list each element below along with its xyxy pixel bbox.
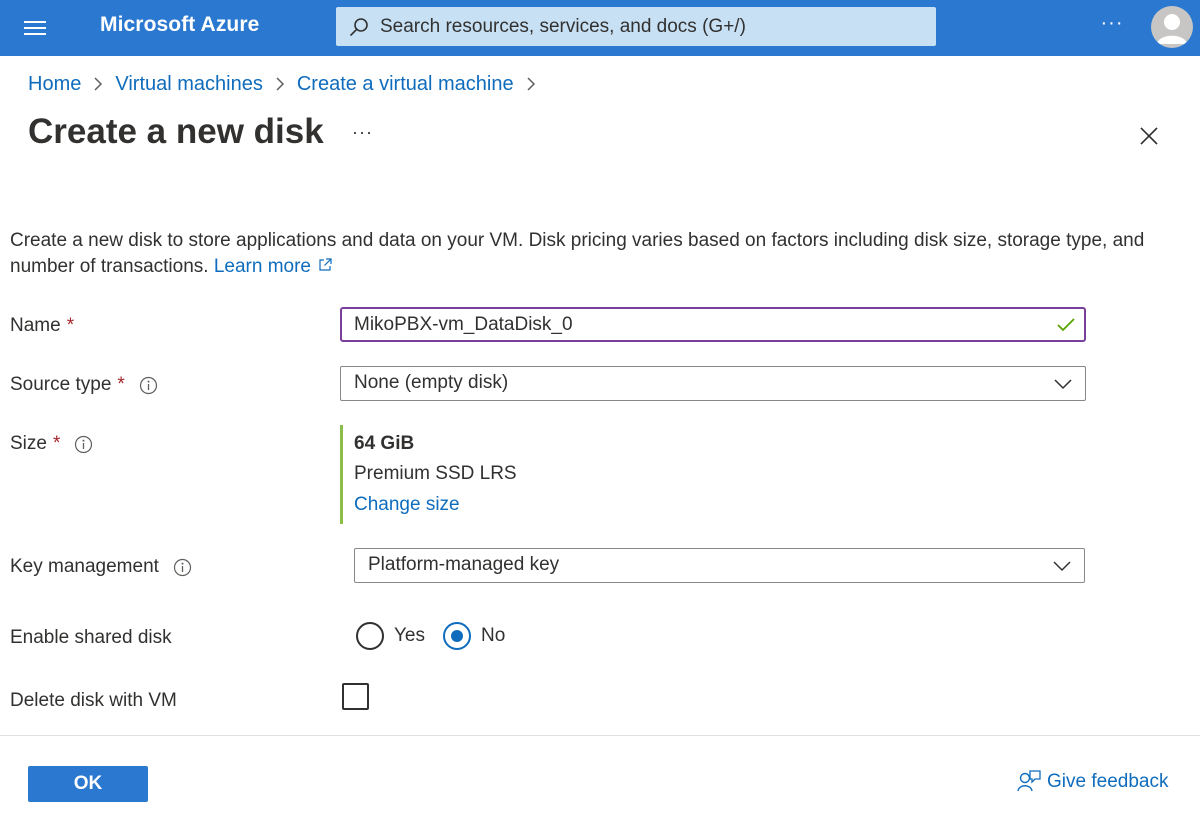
global-search[interactable] (336, 7, 936, 46)
required-asterisk: * (117, 374, 125, 395)
source-type-dropdown[interactable]: None (empty disk) (340, 366, 1086, 401)
avatar[interactable] (1151, 6, 1193, 48)
feedback-icon (1017, 770, 1041, 792)
info-icon[interactable] (74, 435, 93, 454)
disk-size-value: 64 GiB (354, 433, 415, 454)
ok-button[interactable]: OK (28, 766, 148, 802)
external-link-icon (319, 258, 332, 271)
shared-disk-label: Enable shared disk (10, 627, 172, 648)
chevron-right-icon (81, 74, 115, 94)
panel-description: Create a new disk to store applications … (10, 228, 1150, 280)
key-management-label: Key management (10, 556, 159, 577)
size-label-row: Size * (10, 431, 93, 457)
radio-yes[interactable] (356, 622, 384, 650)
shared-disk-label-row: Enable shared disk (10, 625, 172, 651)
radio-option-yes[interactable]: Yes (356, 622, 425, 650)
source-type-value: None (empty disk) (354, 372, 509, 393)
breadcrumb-home[interactable]: Home (28, 73, 81, 96)
give-feedback-label: Give feedback (1047, 771, 1169, 792)
user-icon (1157, 14, 1187, 44)
info-icon[interactable] (139, 376, 158, 395)
breadcrumb: Home Virtual machines Create a virtual m… (28, 71, 548, 97)
radio-no[interactable] (443, 622, 471, 650)
chevron-down-icon (1053, 561, 1071, 572)
top-bar: Microsoft Azure ··· (0, 0, 1200, 56)
learn-more-link[interactable]: Learn more (214, 256, 333, 277)
give-feedback-link[interactable]: Give feedback (1016, 768, 1168, 796)
delete-with-vm-label: Delete disk with VM (10, 690, 177, 711)
radio-no-label: No (481, 625, 506, 646)
description-text: Create a new disk to store applications … (10, 230, 1145, 277)
hamburger-menu-icon[interactable] (14, 12, 54, 44)
chevron-right-icon (514, 74, 548, 94)
more-options-icon[interactable]: ··· (1092, 12, 1132, 42)
search-input[interactable] (380, 7, 920, 46)
name-field[interactable] (354, 309, 1044, 340)
checkmark-icon (1057, 318, 1075, 332)
breadcrumb-create-vm[interactable]: Create a virtual machine (297, 73, 514, 96)
required-asterisk: * (52, 433, 61, 454)
brand-title[interactable]: Microsoft Azure (100, 13, 259, 37)
size-label: Size (10, 433, 47, 454)
radio-option-no[interactable]: No (443, 622, 505, 650)
learn-more-label: Learn more (213, 256, 311, 277)
change-size-link[interactable]: Change size (354, 494, 460, 516)
chevron-right-icon (263, 74, 297, 94)
chevron-down-icon (1054, 379, 1072, 390)
close-icon (1140, 127, 1158, 145)
shared-disk-radio-group: Yes No (356, 621, 523, 651)
name-field-wrapper (340, 307, 1086, 342)
name-label: Name (10, 315, 61, 336)
required-asterisk: * (66, 315, 75, 336)
source-type-label: Source type (10, 374, 112, 395)
source-type-label-row: Source type * (10, 372, 158, 398)
disk-tier: Premium SSD LRS (354, 463, 517, 484)
radio-yes-label: Yes (394, 625, 425, 646)
key-management-label-row: Key management (10, 554, 192, 580)
delete-with-vm-label-row: Delete disk with VM (10, 688, 177, 714)
page-title: Create a new disk (28, 112, 324, 151)
name-label-row: Name * (10, 313, 74, 339)
key-management-dropdown[interactable]: Platform-managed key (354, 548, 1085, 583)
breadcrumb-virtual-machines[interactable]: Virtual machines (115, 73, 262, 96)
key-management-value: Platform-managed key (368, 554, 560, 575)
info-icon[interactable] (173, 558, 192, 577)
footer-divider (0, 735, 1200, 736)
size-summary: 64 GiB Premium SSD LRS Change size (340, 425, 740, 524)
close-button[interactable] (1135, 122, 1163, 150)
panel-more-options-icon[interactable]: ··· (352, 122, 373, 143)
search-icon (350, 18, 368, 36)
delete-with-vm-checkbox[interactable] (342, 683, 369, 710)
